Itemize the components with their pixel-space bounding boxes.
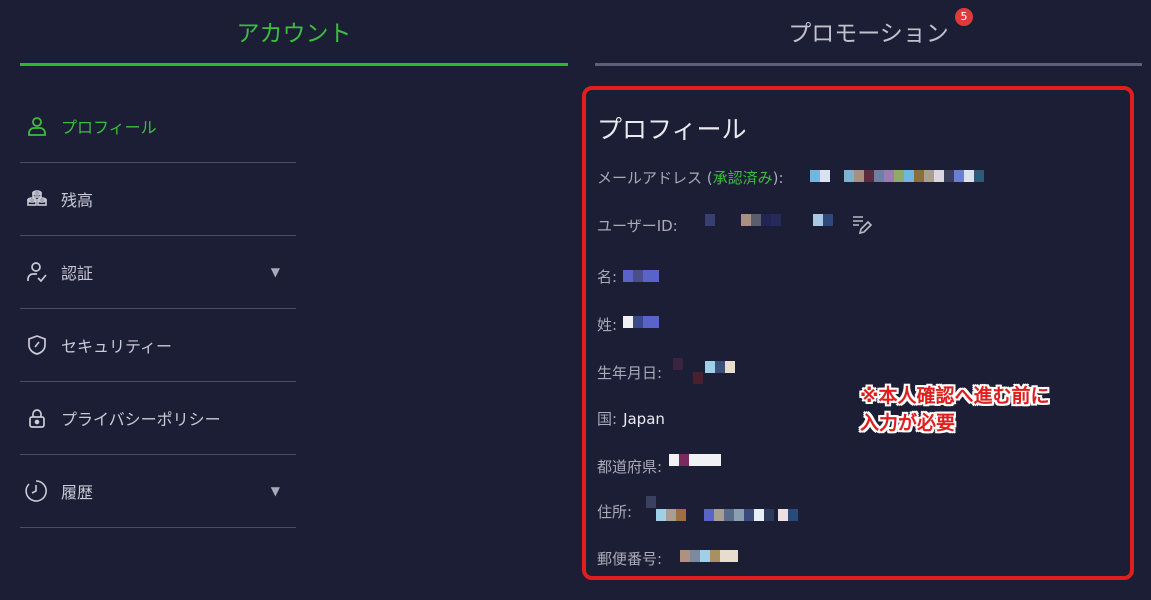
user-icon (28, 117, 46, 136)
sidebar-item-label: プロフィール (61, 118, 157, 137)
postal-code-row: 郵便番号: (597, 548, 662, 569)
postal-code-value-redacted (680, 550, 738, 562)
email-row: メールアドレス (承認済み): (597, 169, 784, 187)
user-id-label: ユーザーID: (597, 217, 678, 235)
lock-icon (29, 409, 45, 428)
sidebar-item-label: 履歴 (61, 483, 94, 502)
sidebar-item-verification[interactable]: 認証 ▼ (20, 236, 296, 309)
annotation-line-2: 入力が必要 (860, 412, 956, 434)
tab-promotion[interactable]: プロモーション (595, 0, 1142, 66)
prefecture-row: 都道府県: (597, 456, 662, 477)
chevron-down-icon[interactable]: ▼ (271, 265, 280, 279)
user-check-icon (27, 262, 47, 283)
profile-panel: プロフィール メールアドレス (承認済み): ユーザーID: 名: 姓: 生年月… (582, 86, 1134, 580)
tab-account-label: アカウント (236, 21, 352, 47)
prefecture-label: 都道府県: (597, 458, 663, 476)
address-label: 住所: (597, 503, 633, 521)
address-row: 住所: (597, 501, 632, 522)
user-id-value-redacted (705, 214, 845, 226)
coins-icon (27, 190, 47, 206)
shield-icon (28, 335, 46, 355)
tab-promotion-label: プロモーション (788, 21, 949, 47)
annotation-line-1: ※本人確認へ進む前に (860, 385, 1050, 407)
edit-icon[interactable] (850, 214, 872, 236)
postal-code-label: 郵便番号: (597, 550, 663, 568)
sidebar-item-label: セキュリティー (61, 337, 173, 356)
birthdate-row: 生年月日: (597, 362, 662, 383)
first-name-label: 名: (597, 268, 618, 286)
sidebar: プロフィール 残高 認証 ▼ セキュリティー プライバシーポリシー 履歴 ▼ (20, 90, 296, 528)
sidebar-item-balance[interactable]: 残高 (20, 163, 296, 236)
sidebar-item-security[interactable]: セキュリティー (20, 309, 296, 382)
prefecture-value-redacted (669, 454, 721, 466)
first-name-value-redacted (623, 270, 659, 282)
clock-icon (25, 480, 47, 502)
email-label: メールアドレス (597, 169, 703, 187)
sidebar-item-label: プライバシーポリシー (61, 410, 221, 429)
birthdate-value-redacted (673, 358, 745, 386)
country-label: 国: (597, 410, 618, 428)
sidebar-item-label: 認証 (61, 264, 94, 283)
country-row: 国: Japan (597, 408, 665, 429)
first-name-row: 名: (597, 266, 617, 287)
email-value-redacted (810, 170, 992, 182)
sidebar-item-privacy-policy[interactable]: プライバシーポリシー (20, 382, 296, 455)
page-title: プロフィール (597, 115, 747, 144)
country-value: Japan (623, 410, 665, 428)
sidebar-item-label: 残高 (61, 191, 94, 210)
promotion-count-badge: 5 (955, 8, 973, 26)
sidebar-item-profile[interactable]: プロフィール (20, 90, 296, 163)
tab-account[interactable]: アカウント (20, 0, 568, 66)
chevron-down-icon[interactable]: ▼ (271, 484, 280, 498)
tab-promotion-underline (595, 63, 1142, 66)
address-value-redacted (646, 496, 816, 522)
last-name-value-redacted (623, 316, 659, 328)
tab-account-underline (20, 63, 568, 66)
user-id-row: ユーザーID: (597, 215, 678, 236)
birthdate-label: 生年月日: (597, 364, 663, 382)
annotation-note: ※本人確認へ進む前に 入力が必要 (860, 383, 1100, 437)
last-name-row: 姓: (597, 314, 617, 335)
email-verified-status: 承認済み (712, 169, 773, 187)
sidebar-item-history[interactable]: 履歴 ▼ (20, 455, 296, 528)
last-name-label: 姓: (597, 316, 618, 334)
